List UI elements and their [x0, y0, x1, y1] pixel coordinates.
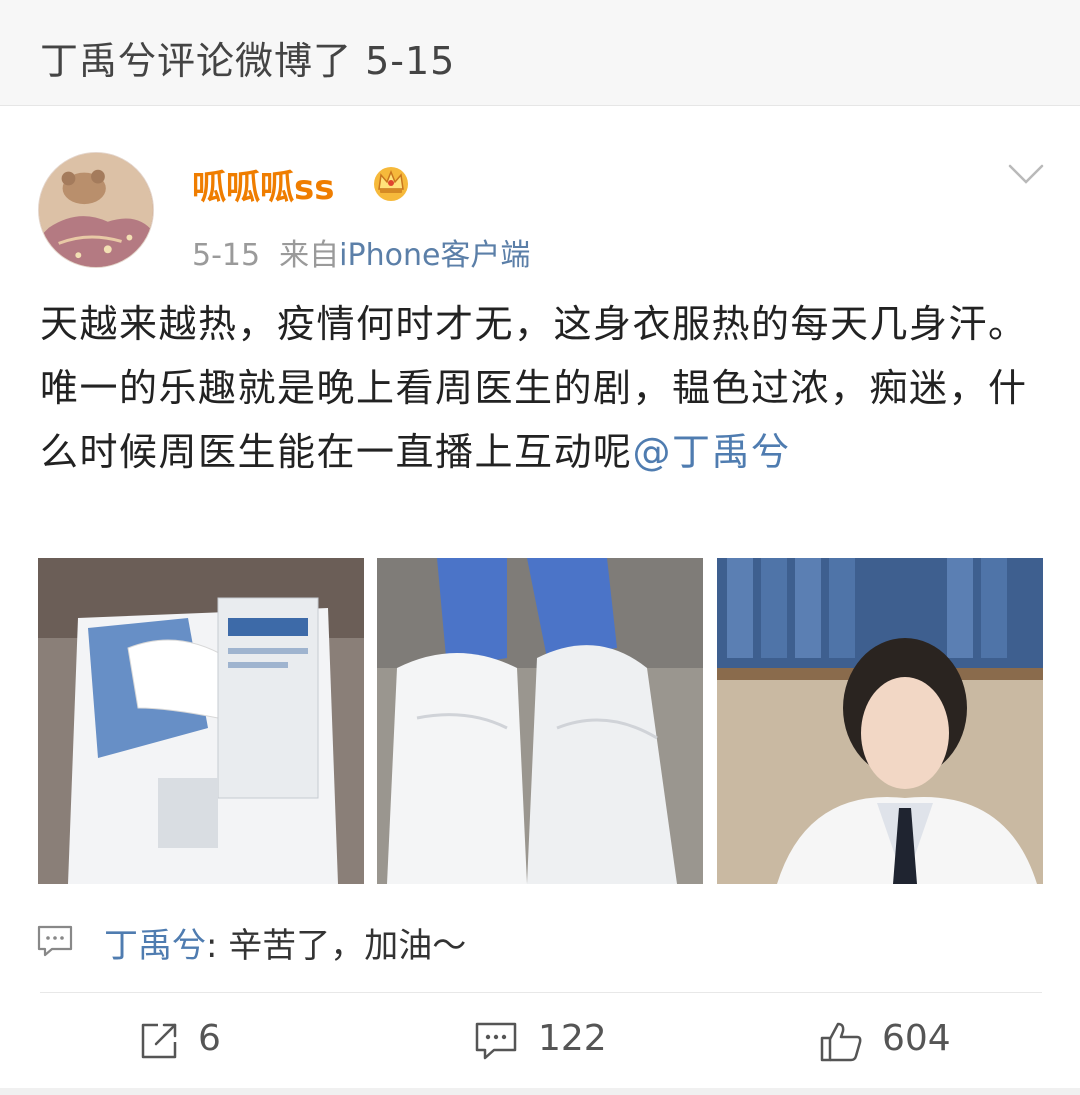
protective-suit-legs-image: [377, 558, 703, 884]
crown-icon: [374, 167, 408, 201]
post-body: 天越来越热，疫情何时才无，这身衣服热的每天几身汗。唯一的乐趣就是晚上看周医生的剧…: [40, 292, 1044, 484]
post-source-prefix: 来自: [279, 238, 340, 273]
post-source-client[interactable]: iPhone客户端: [339, 238, 530, 273]
repost-icon: [141, 1023, 177, 1059]
photo-doctor-white-coat[interactable]: [717, 558, 1043, 884]
author-name[interactable]: 呱呱呱ss: [192, 160, 334, 209]
page-header: 丁禹兮评论微博了 5-15: [0, 0, 1080, 106]
repost-button[interactable]: 6: [138, 1014, 258, 1070]
comment-count: 122: [538, 1018, 607, 1059]
mention-link[interactable]: @丁禹兮: [633, 430, 791, 474]
avatar[interactable]: [38, 152, 154, 268]
reply-content: 辛苦了，加油～: [228, 926, 467, 966]
post-meta: 5-15 来自iPhone客户端: [192, 230, 530, 274]
thumbs-up-icon: [820, 1022, 862, 1062]
photo-ppe-package[interactable]: [38, 558, 364, 884]
avatar-illustration: [39, 153, 153, 267]
chevron-down-icon[interactable]: [1004, 160, 1048, 188]
page-title: 丁禹兮评论微博了 5-15: [40, 39, 456, 83]
reply-author[interactable]: 丁禹兮: [104, 926, 206, 966]
repost-count: 6: [198, 1018, 221, 1059]
doctor-portrait-image: [717, 558, 1043, 884]
reply-separator: :: [206, 926, 229, 966]
comment-icon: [475, 1022, 517, 1060]
comment-button[interactable]: 122: [474, 1014, 634, 1070]
post-text: 天越来越热，疫情何时才无，这身衣服热的每天几身汗。唯一的乐趣就是晚上看周医生的剧…: [40, 302, 1028, 474]
bottom-separator: [0, 1088, 1080, 1095]
ppe-package-image: [38, 558, 364, 884]
reply-text-line: 丁禹兮: 辛苦了，加油～: [104, 918, 466, 967]
like-count: 604: [882, 1018, 951, 1059]
action-divider: [40, 992, 1042, 993]
comment-bubble-icon: [37, 925, 73, 957]
photo-protective-suit-legs[interactable]: [377, 558, 703, 884]
like-button[interactable]: 604: [818, 1014, 988, 1070]
post-time: 5-15: [192, 238, 261, 273]
